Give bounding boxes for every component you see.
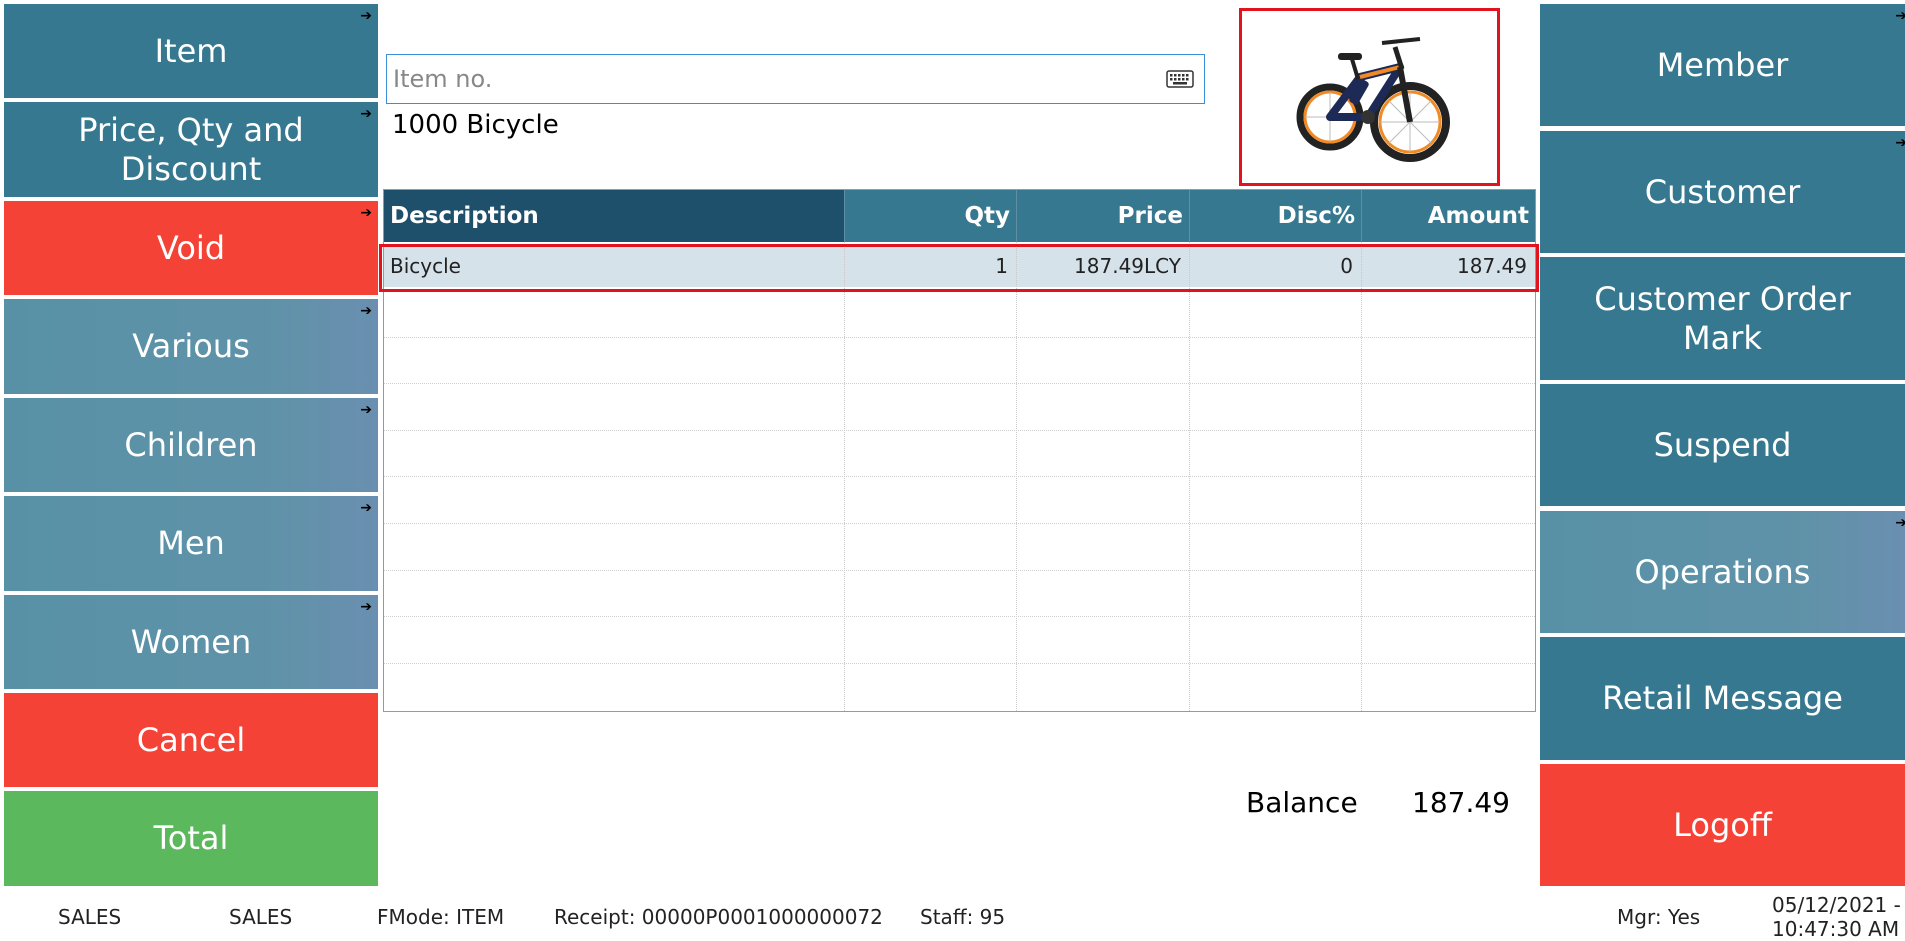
column-header-disc[interactable]: Disc% [1189,190,1361,242]
cell-disc: 0 [1340,254,1353,278]
submenu-arrow-icon: ➔ [360,8,372,24]
submenu-arrow-icon: ➔ [360,402,372,418]
suspend-button[interactable]: Suspend [1540,384,1905,506]
submenu-arrow-icon: ➔ [360,500,372,516]
status-manager: Mgr: Yes [1617,905,1701,929]
column-header-qty[interactable]: Qty [844,190,1016,242]
total-button-label: Total [153,819,229,858]
submenu-arrow-icon: ➔ [360,106,372,122]
grid-row-line [384,570,1535,571]
submenu-arrow-icon: ➔ [360,205,372,221]
column-header-description[interactable]: Description [384,190,844,242]
women-button-label: Women [130,622,252,661]
item-caption: 1000 Bicycle [392,110,559,140]
product-image [1239,8,1500,186]
grid-row-line [384,383,1535,384]
submenu-arrow-icon: ➔ [360,599,372,615]
cell-description: Bicycle [390,254,461,278]
transaction-grid[interactable]: Description Qty Price Disc% Amount Bicyc… [383,189,1536,712]
item-number-field[interactable] [386,54,1205,104]
customer-order-mark-label: Customer Order Mark [1594,280,1851,357]
bicycle-image [1296,37,1450,162]
item-button[interactable]: Item ➔ [4,4,378,98]
submenu-arrow-icon: ➔ [1895,135,1905,151]
grid-row-line [384,430,1535,431]
keyboard-icon[interactable] [1166,69,1194,89]
grid-row-line [384,476,1535,477]
grid-row-line [384,616,1535,617]
balance-label: Balance [1246,786,1358,819]
void-button-label: Void [156,228,226,267]
retail-message-button[interactable]: Retail Message [1540,637,1905,760]
men-button-label: Men [157,524,225,563]
grid-row-line [384,523,1535,524]
grid-row-line [384,663,1535,664]
children-button[interactable]: Children ➔ [4,398,378,492]
submenu-arrow-icon: ➔ [360,303,372,319]
various-button-label: Various [132,327,250,366]
price-qty-discount-button[interactable]: Price, Qty and Discount ➔ [4,102,378,197]
status-date: 05/12/2021 - [1772,893,1901,917]
balance-value: 187.49 [1412,786,1510,819]
logoff-button[interactable]: Logoff [1540,764,1905,886]
status-receipt: Receipt: 00000P0001000000072 [554,905,883,929]
operations-button[interactable]: Operations ➔ [1540,511,1905,633]
customer-button[interactable]: Customer ➔ [1540,131,1905,253]
column-header-amount[interactable]: Amount [1361,190,1535,242]
void-button[interactable]: Void ➔ [4,201,378,295]
price-qty-discount-label: Price, Qty and Discount [78,111,304,188]
submenu-arrow-icon: ➔ [1895,8,1905,24]
customer-button-label: Customer [1644,172,1801,211]
total-button[interactable]: Total [4,791,378,886]
column-header-price[interactable]: Price [1016,190,1189,242]
logoff-button-label: Logoff [1673,805,1772,844]
status-time: 10:47:30 AM [1772,917,1900,941]
status-fmode: FMode: ITEM [377,905,505,929]
member-button[interactable]: Member ➔ [1540,4,1905,126]
cell-amount: 187.49 [1457,254,1527,278]
various-button[interactable]: Various ➔ [4,299,378,394]
cell-qty: 1 [995,254,1008,278]
member-button-label: Member [1656,45,1789,84]
suspend-button-label: Suspend [1653,425,1792,464]
women-button[interactable]: Women ➔ [4,595,378,689]
operations-button-label: Operations [1634,552,1811,591]
customer-order-mark-button[interactable]: Customer Order Mark [1540,257,1905,380]
retail-message-label: Retail Message [1602,679,1843,718]
item-number-input[interactable] [387,56,1166,102]
cancel-button-label: Cancel [136,720,246,759]
cell-price: 187.49LCY [1074,254,1181,278]
children-button-label: Children [124,425,258,464]
item-button-label: Item [154,31,228,70]
cancel-button[interactable]: Cancel [4,693,378,787]
status-mode: SALES [58,905,122,929]
men-button[interactable]: Men ➔ [4,496,378,591]
status-submode: SALES [229,905,293,929]
status-staff: Staff: 95 [920,905,1006,929]
grid-row-line [384,337,1535,338]
submenu-arrow-icon: ➔ [1895,515,1905,531]
